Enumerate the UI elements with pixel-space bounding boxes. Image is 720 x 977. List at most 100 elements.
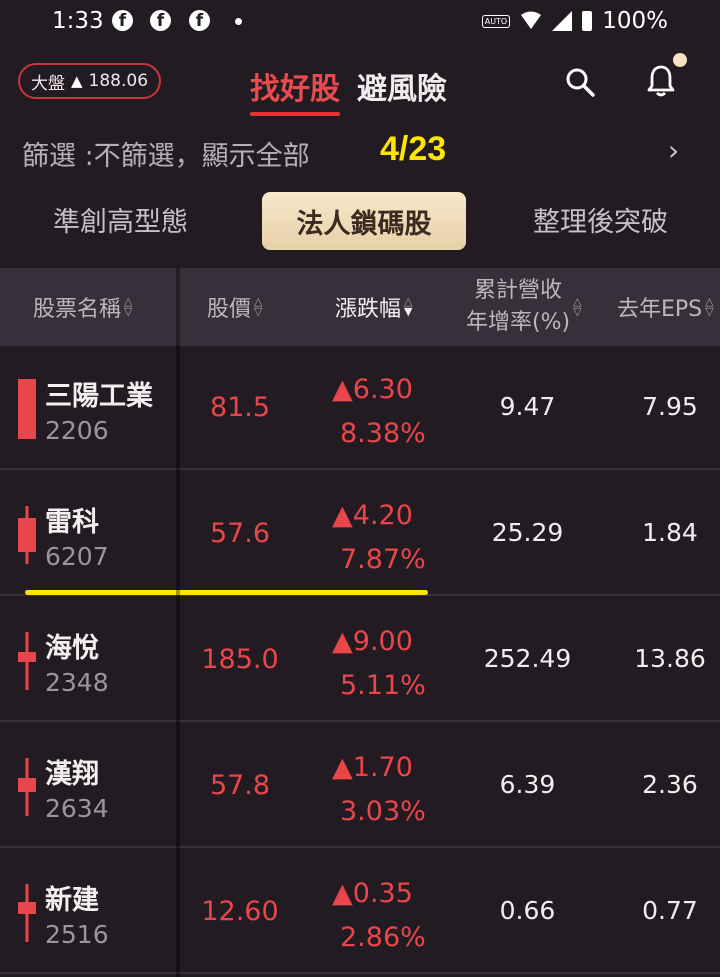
search-icon[interactable] (565, 67, 595, 97)
stock-price: 57.8 (209, 770, 271, 801)
table-row[interactable]: 雷科 6207 57.6 ▲4.20 7.87% 25.29 1.84 (0, 472, 720, 596)
tab-find-good-stocks[interactable]: 找好股 (250, 64, 340, 108)
column-header-eps[interactable]: 去年EPS △ ▽ (617, 268, 714, 346)
column-header-revenue-line2: 年增率(%) (466, 310, 571, 335)
up-triangle-icon: ▲ (71, 72, 83, 90)
last-year-eps: 13.86 (634, 644, 706, 673)
status-time: 1:33 (52, 8, 104, 34)
column-header-change[interactable]: 漲跌幅 △ ▼ (335, 268, 412, 346)
price-change: ▲1.70 (332, 752, 413, 783)
stock-code: 2206 (45, 416, 109, 445)
up-triangle-icon: ▲ (332, 878, 353, 909)
stock-name: 三陽工業 (45, 381, 153, 412)
active-tab-underline (250, 112, 340, 116)
chevron-right-icon[interactable]: › (668, 134, 679, 167)
stock-name: 雷科 (45, 507, 99, 538)
category-tab-breakout[interactable]: 整理後突破 (533, 200, 668, 239)
revenue-growth: 9.47 (499, 392, 556, 421)
price-change-value: 1.70 (352, 752, 413, 783)
sort-icon: △ ▽ (124, 295, 133, 318)
revenue-growth: 0.66 (499, 896, 556, 925)
market-index-button[interactable]: 大盤 ▲ 188.06 (18, 63, 162, 99)
table-row[interactable]: 海悅 2348 185.0 ▲9.00 5.11% 252.49 13.86 (0, 598, 720, 722)
top-nav: 大盤 ▲ 188.06 找好股 避風險 (0, 44, 720, 124)
auto-brightness-icon: AUTO (481, 14, 511, 28)
price-change: ▲0.35 (332, 878, 413, 909)
stock-name-cell: 漢翔 2634 (0, 724, 176, 846)
column-header-price[interactable]: 股價 △ ▽ (207, 268, 262, 346)
up-triangle-icon: ▲ (332, 500, 353, 531)
table-row[interactable]: 新建 2516 12.60 ▲0.35 2.86% 0.66 0.77 (0, 850, 720, 974)
last-year-eps: 7.95 (642, 392, 698, 421)
price-change-value: 0.35 (352, 878, 413, 909)
status-indicators: AUTO 100% (481, 8, 668, 34)
signal-icon (552, 11, 573, 31)
facebook-icon: f (189, 10, 210, 31)
stock-name-cell: 三陽工業 2206 (0, 346, 176, 468)
candlestick-icon (18, 758, 36, 816)
price-change-percent: 7.87% (340, 544, 426, 575)
filter-bar[interactable]: 篩選 :不篩選，顯示全部 4/23 › (0, 124, 720, 180)
revenue-growth: 25.29 (491, 518, 564, 547)
revenue-growth: 252.49 (483, 644, 572, 673)
column-header-revenue[interactable]: 累計營收 年增率(%) △ ▽ (466, 268, 596, 346)
stock-code: 2348 (45, 668, 109, 697)
stock-name: 新建 (45, 885, 99, 916)
column-header-eps-label: 去年EPS (617, 297, 703, 322)
price-change-percent: 5.11% (340, 670, 426, 701)
candlestick-icon (18, 884, 36, 942)
sort-desc-icon: △ ▼ (404, 295, 413, 318)
market-index-label: 大盤 (31, 73, 65, 94)
candlestick-icon (18, 506, 36, 564)
revenue-growth: 6.39 (499, 770, 556, 799)
price-change: ▲4.20 (332, 500, 413, 531)
tab-avoid-risk[interactable]: 避風險 (357, 64, 447, 108)
bell-icon[interactable] (645, 64, 677, 98)
wifi-icon (521, 11, 542, 29)
last-year-eps: 1.84 (642, 518, 698, 547)
category-tab-institutional-locked[interactable]: 法人鎖碼股 (262, 192, 466, 250)
price-change-value: 9.00 (352, 626, 413, 657)
column-header-name[interactable]: 股票名稱 △ ▽ (33, 268, 132, 346)
last-year-eps: 2.36 (642, 770, 698, 799)
up-triangle-icon: ▲ (332, 626, 353, 657)
facebook-icon: f (112, 10, 133, 31)
price-change-value: 4.20 (352, 500, 413, 531)
filter-date: 4/23 (380, 130, 447, 168)
table-row[interactable]: 漢翔 2634 57.8 ▲1.70 3.03% 6.39 2.36 (0, 724, 720, 848)
stock-price: 57.6 (209, 518, 271, 549)
stock-name: 漢翔 (45, 759, 99, 790)
stock-code: 2634 (45, 794, 109, 823)
candlestick-icon (18, 632, 36, 690)
column-header-revenue-label: 累計營收 年增率(%) (466, 275, 570, 339)
stock-price: 185.0 (201, 644, 279, 675)
sort-icon: △ ▽ (254, 295, 263, 318)
price-change-value: 6.30 (352, 374, 413, 405)
table-header: 股票名稱 △ ▽ 股價 △ ▽ 漲跌幅 △ ▼ 累計營收 年增率(%) △ ▽ 去年EP… (0, 268, 720, 346)
price-change-percent: 3.03% (340, 796, 426, 827)
battery-icon (582, 11, 593, 31)
table-row[interactable]: 三陽工業 2206 81.5 ▲6.30 8.38% 9.47 7.95 (0, 346, 720, 470)
stock-name-cell: 新建 2516 (0, 850, 176, 972)
up-triangle-icon: ▲ (332, 752, 353, 783)
price-change: ▲9.00 (332, 626, 413, 657)
category-tab-near-high[interactable]: 準創高型態 (53, 200, 188, 239)
stock-code: 2516 (45, 920, 109, 949)
column-header-change-label: 漲跌幅 (335, 297, 402, 322)
price-change-percent: 8.38% (340, 418, 426, 449)
stock-name-cell: 雷科 6207 (0, 472, 176, 594)
notification-badge-icon (673, 53, 687, 67)
category-bar: 準創高型態 法人鎖碼股 整理後突破 (0, 190, 720, 254)
column-header-price-label: 股價 (207, 297, 252, 322)
stock-price: 81.5 (209, 392, 271, 423)
price-change: ▲6.30 (332, 374, 413, 405)
market-index-value: 188.06 (88, 71, 149, 91)
candlestick-icon (18, 379, 36, 439)
stock-price: 12.60 (201, 896, 279, 927)
last-year-eps: 0.77 (642, 896, 698, 925)
notification-dot-icon (235, 18, 242, 25)
battery-percent: 100% (602, 8, 668, 34)
price-change-percent: 2.86% (340, 922, 426, 953)
sort-icon: △ ▽ (705, 295, 714, 318)
highlight-underline (25, 590, 428, 595)
